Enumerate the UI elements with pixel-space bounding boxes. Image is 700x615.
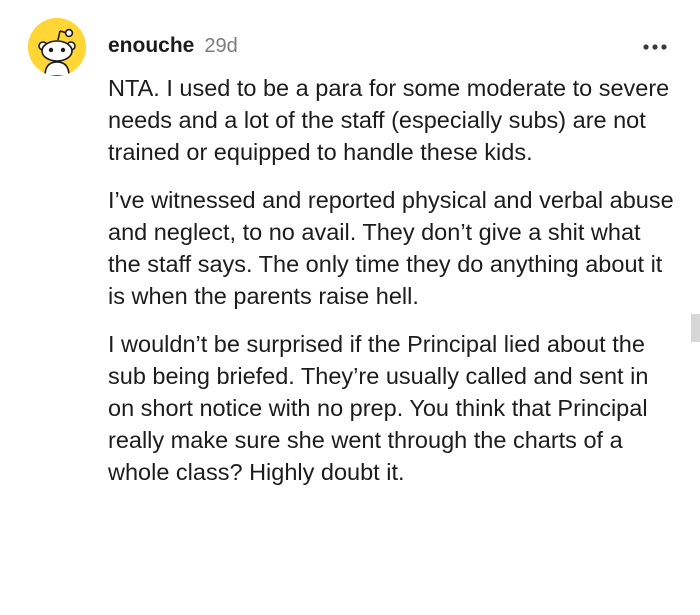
comment-meta: enouche 29d — [108, 34, 238, 62]
comment: enouche 29d NTA. I used to be a para for… — [0, 0, 700, 615]
scrollbar-thumb[interactable] — [691, 314, 700, 342]
comment-age[interactable]: 29d — [204, 35, 237, 58]
username[interactable]: enouche — [108, 34, 194, 58]
user-avatar[interactable] — [28, 18, 86, 76]
comment-paragraph: I’ve witnessed and reported physical and… — [108, 187, 674, 309]
snoo-avatar-icon — [28, 18, 86, 76]
comment-paragraph: NTA. I used to be a para for some modera… — [108, 75, 670, 165]
comment-body: NTA. I used to be a para for some modera… — [108, 72, 678, 504]
comment-paragraph: I wouldn’t be surprised if the Principal… — [108, 331, 649, 485]
more-options-button[interactable] — [638, 34, 672, 60]
more-options-icon — [643, 44, 667, 50]
